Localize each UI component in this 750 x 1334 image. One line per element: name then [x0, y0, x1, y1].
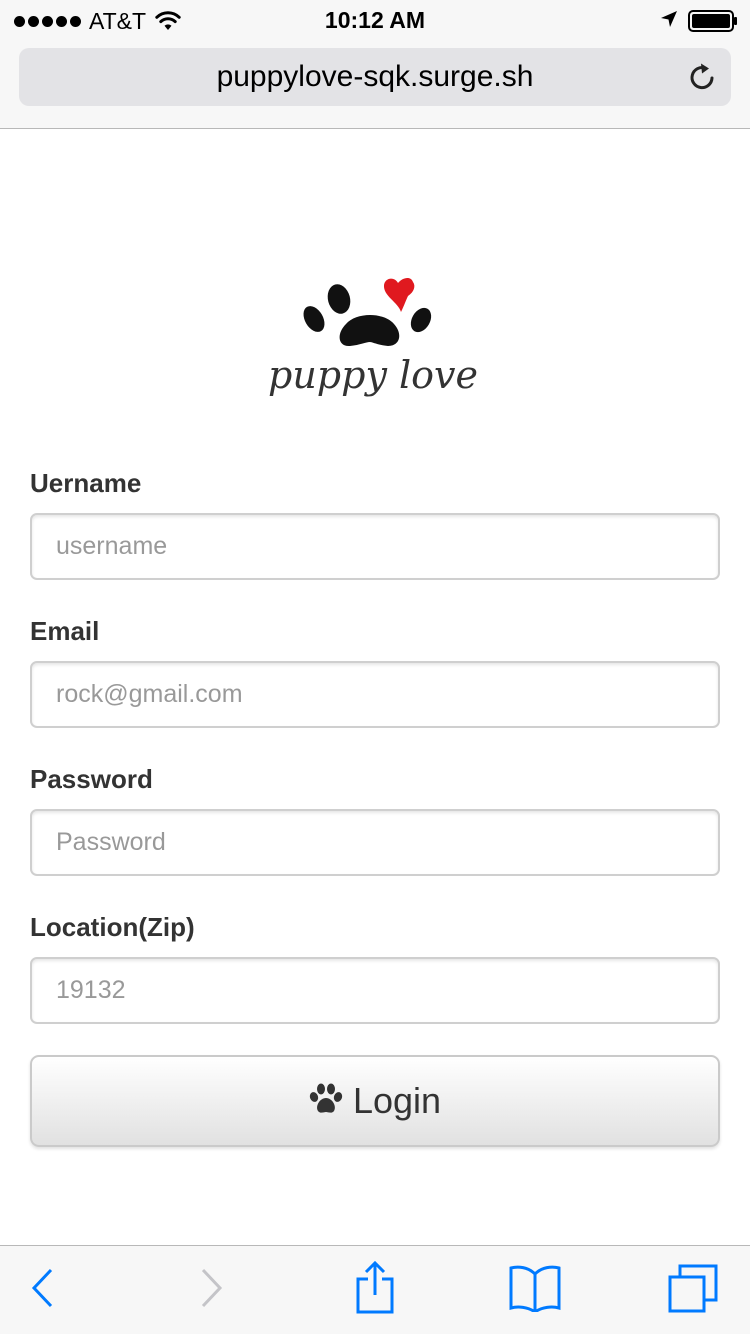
location-arrow-icon	[660, 10, 678, 33]
location-group: Location(Zip)	[30, 910, 720, 1024]
email-label: Email	[30, 616, 100, 646]
forward-icon	[199, 1268, 223, 1313]
share-icon	[355, 1260, 395, 1320]
url-text[interactable]: puppylove-sqk.surge.sh	[19, 48, 731, 106]
signup-form: Uername Email Password Location(Zip)	[30, 466, 720, 1024]
back-icon	[31, 1268, 55, 1313]
status-time: 10:12 AM	[324, 7, 426, 33]
status-bar: AT&T 10:12 AM	[0, 0, 750, 40]
paw-icon	[309, 1083, 343, 1120]
browser-address-area: puppylove-sqk.surge.sh	[0, 40, 750, 129]
password-group: Password	[30, 762, 720, 876]
password-input[interactable]	[30, 809, 720, 876]
tabs-icon	[667, 1263, 719, 1318]
reload-icon[interactable]	[687, 62, 717, 92]
browser-toolbar	[0, 1245, 750, 1334]
email-group: Email	[30, 614, 720, 728]
puppy-love-logo: puppy love	[228, 276, 518, 406]
login-button-label: Login	[352, 1080, 442, 1121]
logo-text: puppy love	[268, 353, 478, 397]
tabs-button[interactable]	[653, 1246, 733, 1334]
email-input[interactable]	[30, 661, 720, 728]
status-right-group	[660, 8, 738, 34]
url-field[interactable]: puppylove-sqk.surge.sh	[19, 48, 731, 106]
location-label: Location(Zip)	[30, 912, 195, 942]
bookmarks-icon	[508, 1264, 562, 1317]
password-label: Password	[30, 764, 153, 794]
battery-icon	[688, 10, 738, 32]
username-group: Uername	[30, 466, 720, 580]
username-label: Uername	[30, 468, 142, 498]
login-button[interactable]: Login	[30, 1055, 720, 1147]
username-input[interactable]	[30, 513, 720, 580]
back-button[interactable]	[3, 1246, 83, 1334]
bookmarks-button[interactable]	[495, 1246, 575, 1334]
forward-button[interactable]	[171, 1246, 251, 1334]
location-zip-input[interactable]	[30, 957, 720, 1024]
share-button[interactable]	[335, 1246, 415, 1334]
